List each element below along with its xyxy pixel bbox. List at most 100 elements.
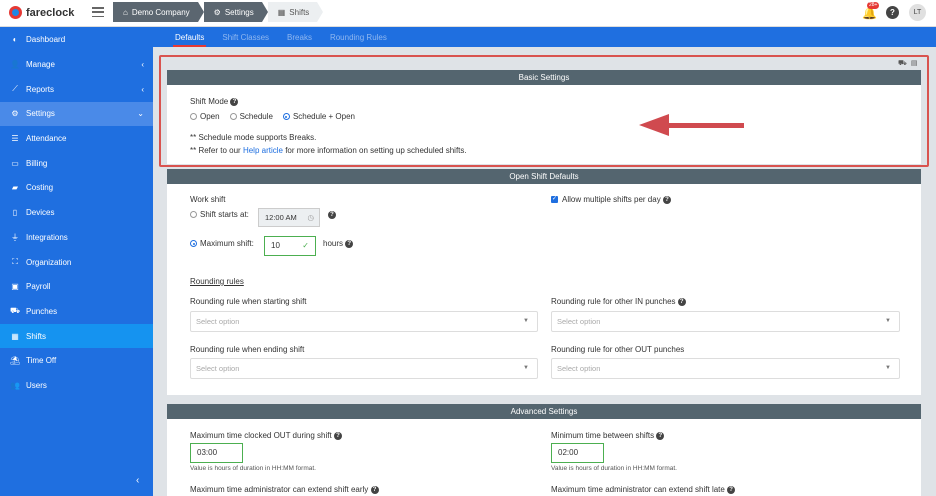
rule-start-select[interactable]: Select option ▼ (190, 311, 538, 332)
radio-selected-icon (190, 240, 197, 248)
min-between-label: Minimum time between shifts ? (551, 431, 665, 440)
help-icon[interactable]: ? (886, 6, 899, 19)
money-icon: ▣ (11, 282, 19, 292)
tab-shift-classes[interactable]: Shift Classes (214, 27, 277, 47)
notifications-bell-icon[interactable]: 🔔 28+ (862, 1, 880, 20)
extend-late-label: Maximum time administrator can extend sh… (551, 485, 736, 494)
fareclock-logo-icon (9, 6, 22, 19)
calendar-icon: ▦ (277, 7, 286, 17)
sidebar-item-integrations[interactable]: ⏚ Integrations (0, 225, 153, 250)
sidebar-item-organization[interactable]: ⛶ Organization (0, 250, 153, 275)
extend-early-label: Maximum time administrator can extend sh… (190, 485, 379, 494)
sidebar-item-time-off[interactable]: ⛱ Time Off (0, 348, 153, 373)
tab-breaks[interactable]: Breaks (279, 27, 320, 47)
rule-out-select[interactable]: Select option ▼ (551, 358, 900, 379)
annotation-arrow-icon (639, 114, 669, 136)
hours-label: hours ? (323, 239, 354, 248)
work-shift-label: Work shift (190, 195, 226, 204)
sidebar-item-manage[interactable]: 👤 Manage ‹ (0, 52, 153, 77)
tab-rounding-rules[interactable]: Rounding Rules (322, 27, 395, 47)
highlight-box (159, 55, 929, 167)
truck-icon: ⛟ (10, 306, 21, 316)
help-icon[interactable]: ? (677, 297, 686, 306)
org-icon: ⛶ (12, 257, 18, 267)
rule-in-label: Rounding rule for other IN punches ? (551, 297, 686, 306)
avatar[interactable]: LT (909, 4, 926, 21)
maximum-shift-input[interactable]: 10 ✓ (264, 236, 316, 256)
sidebar-item-attendance[interactable]: ☰ Attendance (0, 126, 153, 151)
chevron-left-icon: ‹ (141, 84, 144, 94)
max-out-hint: Value is hours of duration in HH:MM form… (190, 465, 316, 472)
users-icon: 👥 (10, 380, 20, 390)
check-icon: ✓ (302, 241, 309, 250)
sidebar-item-punches[interactable]: ⛟ Punches (0, 299, 153, 324)
list-icon: ☰ (11, 134, 19, 144)
sidebar-item-costing[interactable]: ▰ Costing (0, 176, 153, 201)
caret-down-icon: ▼ (885, 318, 891, 324)
chevron-down-icon: ⌄ (137, 109, 144, 119)
clock-icon: ◷ (307, 213, 314, 222)
notification-count: 28+ (867, 1, 880, 9)
sidebar-item-reports[interactable]: ⟋ Reports ‹ (0, 77, 153, 102)
max-out-label: Maximum time clocked OUT during shift ? (190, 431, 342, 440)
top-bar: fareclock ⌂ Demo Company ⚙ Settings ▦ Shift… (0, 0, 936, 27)
allow-multiple-shifts-checkbox[interactable]: ✓ Allow multiple shifts per day ? (551, 195, 671, 204)
gear-icon: ⚙ (213, 7, 221, 17)
rule-out-label: Rounding rule for other OUT punches (551, 345, 685, 354)
dashboard-icon: ◐ (12, 35, 18, 45)
plug-icon: ⏚ (11, 232, 19, 242)
radio-icon (190, 211, 197, 219)
sidebar-item-users[interactable]: 👥 Users (0, 373, 153, 398)
sidebar-item-devices[interactable]: ▯ Devices (0, 200, 153, 225)
tab-defaults[interactable]: Defaults (167, 27, 212, 47)
rule-end-select[interactable]: Select option ▼ (190, 358, 538, 379)
open-shift-panel: Open Shift Defaults Work shift Shift sta… (167, 169, 921, 395)
caret-down-icon: ▼ (885, 365, 891, 371)
rule-end-label: Rounding rule when ending shift (190, 345, 305, 354)
maximum-shift-option[interactable]: Maximum shift: (190, 239, 254, 248)
breadcrumb-settings[interactable]: ⚙ Settings (203, 2, 268, 22)
logo[interactable]: fareclock (9, 6, 74, 19)
card-icon: ▭ (11, 158, 19, 168)
min-between-hint: Value is hours of duration in HH:MM form… (551, 465, 677, 472)
shift-start-time-field[interactable]: 12:00 AM ◷ (258, 208, 320, 227)
calendar-icon: ▦ (11, 331, 19, 341)
help-icon[interactable]: ? (662, 195, 671, 204)
chart-icon: ⟋ (12, 84, 18, 94)
chevron-left-icon: ‹ (141, 60, 144, 70)
shift-starts-option[interactable]: Shift starts at: (190, 210, 249, 219)
tab-bar: Defaults Shift Classes Breaks Rounding R… (153, 27, 936, 47)
gear-icon: ⚙ (11, 109, 19, 119)
sidebar: ◐ Dashboard 👤 Manage ‹ ⟋ Reports ‹ ⚙ Settings ⌄… (0, 27, 153, 496)
rounding-rules-heading: Rounding rules (190, 277, 244, 286)
help-icon[interactable]: ? (333, 431, 342, 440)
min-between-input[interactable]: 02:00 (551, 443, 604, 463)
help-icon[interactable]: ? (328, 210, 336, 219)
rule-in-select[interactable]: Select option ▼ (551, 311, 900, 332)
breadcrumb: ⌂ Demo Company ⚙ Settings ▦ Shifts (113, 2, 323, 22)
open-shift-header: Open Shift Defaults (167, 169, 921, 184)
max-out-input[interactable]: 03:00 (190, 443, 243, 463)
checkbox-checked-icon: ✓ (551, 196, 558, 204)
home-icon: ⌂ (123, 7, 128, 17)
caret-down-icon: ▼ (523, 318, 529, 324)
sidebar-collapse-icon[interactable]: ‹ (136, 475, 139, 486)
help-icon[interactable]: ? (345, 239, 354, 248)
sidebar-item-settings[interactable]: ⚙ Settings ⌄ (0, 101, 153, 127)
sidebar-item-dashboard[interactable]: ◐ Dashboard (0, 28, 153, 53)
help-icon[interactable]: ? (727, 485, 736, 494)
rule-start-label: Rounding rule when starting shift (190, 297, 307, 306)
sidebar-item-shifts[interactable]: ▦ Shifts (0, 323, 153, 349)
beach-icon: ⛱ (10, 356, 21, 366)
folder-icon: ▰ (11, 183, 19, 193)
help-icon[interactable]: ? (370, 485, 379, 494)
help-icon[interactable]: ? (656, 431, 665, 440)
sidebar-item-payroll[interactable]: ▣ Payroll (0, 274, 153, 299)
brand-name: fareclock (26, 6, 75, 19)
menu-toggle-icon[interactable] (92, 7, 104, 17)
advanced-settings-panel: Advanced Settings Maximum time clocked O… (167, 404, 921, 496)
breadcrumb-company[interactable]: ⌂ Demo Company (113, 2, 204, 22)
breadcrumb-shifts[interactable]: ▦ Shifts (267, 2, 323, 22)
sidebar-item-billing[interactable]: ▭ Billing (0, 151, 153, 176)
advanced-settings-header: Advanced Settings (167, 404, 921, 419)
